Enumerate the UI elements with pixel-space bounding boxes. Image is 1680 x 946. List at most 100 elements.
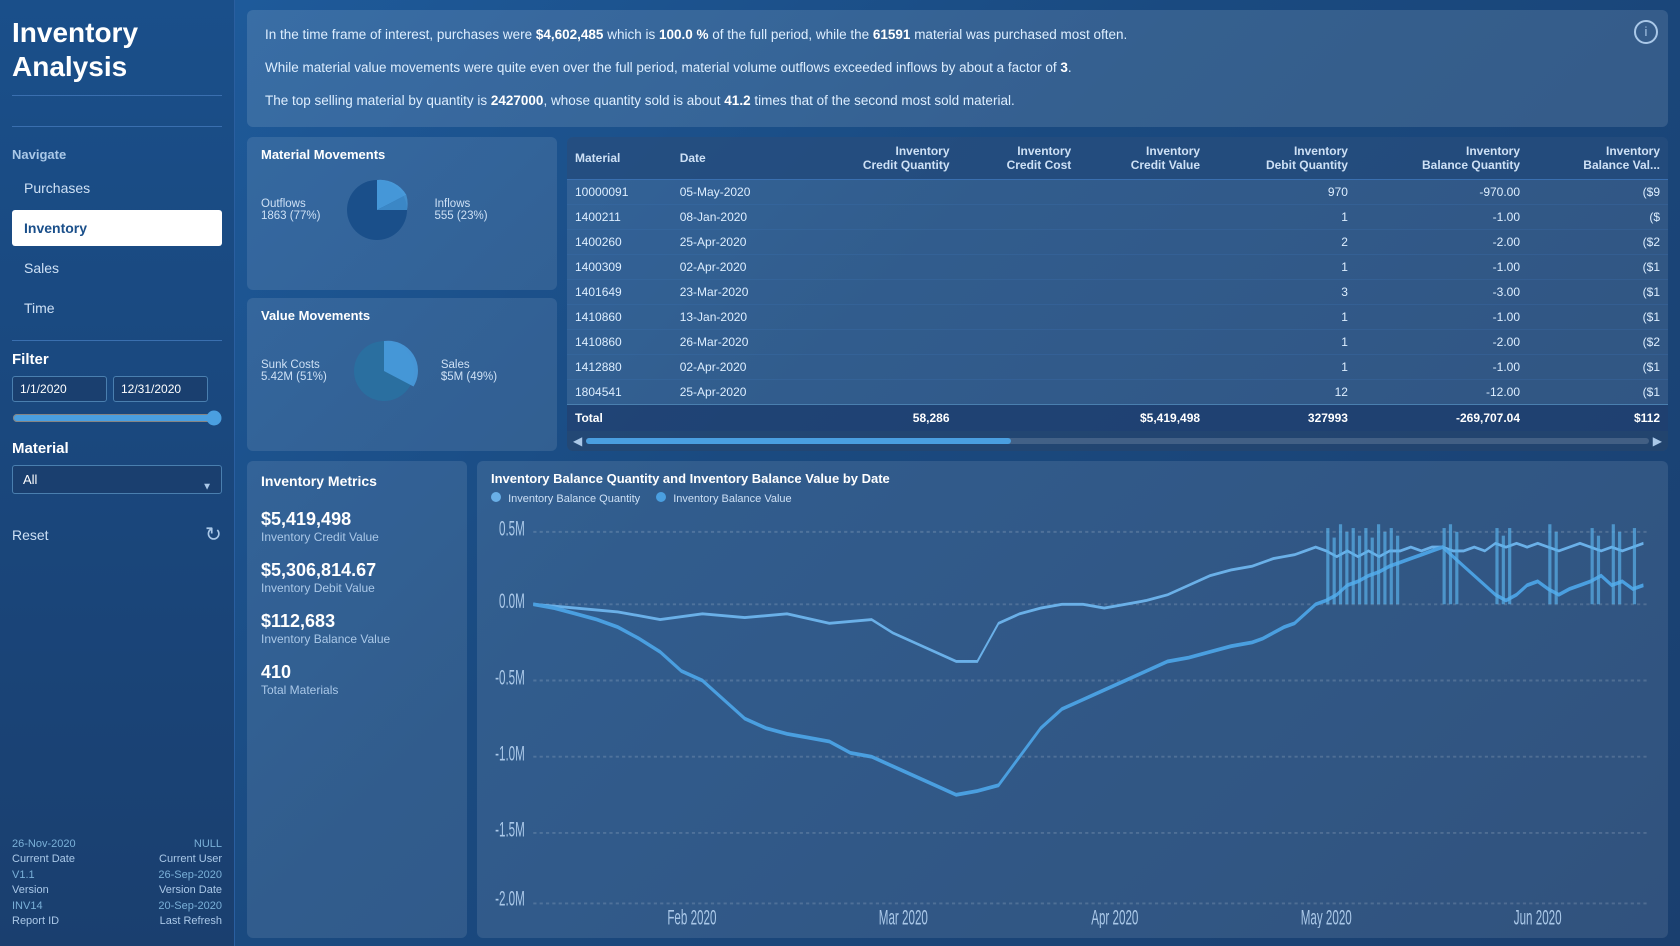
table-cell: ($9 bbox=[1528, 179, 1668, 204]
table-cell: -970.00 bbox=[1356, 179, 1528, 204]
sunk-value: 5.42M (51%) bbox=[261, 371, 327, 383]
table-row: 141086013-Jan-20201-1.00($1 bbox=[567, 304, 1668, 329]
nav-time[interactable]: Time bbox=[12, 290, 222, 326]
info-icon[interactable]: i bbox=[1634, 20, 1658, 44]
col-icv: InventoryCredit Value bbox=[1079, 137, 1208, 180]
metric-credit-value-label: Inventory Credit Value bbox=[261, 530, 453, 544]
table-cell: 26-Mar-2020 bbox=[672, 329, 803, 354]
table-cell: 1410860 bbox=[567, 304, 672, 329]
material-movements-title: Material Movements bbox=[261, 147, 543, 162]
navigate-label: Navigate bbox=[12, 147, 222, 162]
table-cell bbox=[958, 229, 1080, 254]
version-val: V1.1 bbox=[12, 869, 35, 881]
scroll-left-icon[interactable]: ◀ bbox=[573, 434, 582, 448]
table-row: 141288002-Apr-20201-1.00($1 bbox=[567, 354, 1668, 379]
table-cell bbox=[1079, 304, 1208, 329]
infobox-line1-mid: which is bbox=[603, 27, 659, 42]
infobox-line2: While material value movements were quit… bbox=[265, 60, 1060, 75]
value-movements-title: Value Movements bbox=[261, 308, 543, 323]
col-material: Material bbox=[567, 137, 672, 180]
col-idq: InventoryDebit Quantity bbox=[1208, 137, 1356, 180]
legend-value-dot bbox=[656, 492, 666, 502]
report-id-key: Report ID bbox=[12, 915, 59, 927]
footer-icq: 58,286 bbox=[803, 404, 958, 431]
scroll-right-icon[interactable]: ▶ bbox=[1653, 434, 1662, 448]
table-cell: -1.00 bbox=[1356, 254, 1528, 279]
table-cell bbox=[1079, 329, 1208, 354]
table-cell: 1 bbox=[1208, 329, 1356, 354]
table-cell bbox=[1079, 179, 1208, 204]
inventory-table-panel: Material Date InventoryCredit Quantity I… bbox=[567, 137, 1668, 451]
table-cell: ($1 bbox=[1528, 279, 1668, 304]
infobox-material-id: 61591 bbox=[873, 27, 911, 42]
nav-inventory[interactable]: Inventory bbox=[12, 210, 222, 246]
table-cell: 1 bbox=[1208, 204, 1356, 229]
metric-total-materials-label: Total Materials bbox=[261, 683, 453, 697]
current-date-key: Current Date bbox=[12, 853, 75, 865]
col-ibv: InventoryBalance Val... bbox=[1528, 137, 1668, 180]
table-cell bbox=[1079, 379, 1208, 404]
table-scrollbar[interactable]: ◀ ▶ bbox=[567, 431, 1668, 451]
sales-label: Sales bbox=[441, 359, 470, 371]
sidebar: InventoryAnalysis Navigate Purchases Inv… bbox=[0, 0, 235, 946]
table-cell: 13-Jan-2020 bbox=[672, 304, 803, 329]
table-wrapper[interactable]: Material Date InventoryCredit Quantity I… bbox=[567, 137, 1668, 431]
report-id-val: INV14 bbox=[12, 900, 43, 912]
nav-sales[interactable]: Sales bbox=[12, 250, 222, 286]
infobox-line3-pre: The top selling material by quantity is bbox=[265, 93, 491, 108]
table-cell: -1.00 bbox=[1356, 204, 1528, 229]
date-range-slider[interactable] bbox=[12, 410, 222, 426]
table-cell: ($1 bbox=[1528, 304, 1668, 329]
infobox-line1-tail: material was purchased most often. bbox=[910, 27, 1127, 42]
table-cell: 12 bbox=[1208, 379, 1356, 404]
col-icq: InventoryCredit Quantity bbox=[803, 137, 958, 180]
table-cell: 1400309 bbox=[567, 254, 672, 279]
sunk-label: Sunk Costs bbox=[261, 359, 320, 371]
table-cell: ($2 bbox=[1528, 229, 1668, 254]
version-date-key: Version Date bbox=[159, 884, 222, 896]
table-cell: ($1 bbox=[1528, 354, 1668, 379]
table-cell bbox=[1079, 254, 1208, 279]
version-key: Version bbox=[12, 884, 49, 896]
table-cell bbox=[958, 179, 1080, 204]
date-range bbox=[12, 376, 222, 402]
nav-purchases[interactable]: Purchases bbox=[12, 170, 222, 206]
table-cell bbox=[803, 279, 958, 304]
table-row: 141086026-Mar-20201-2.00($2 bbox=[567, 329, 1668, 354]
table-cell: -1.00 bbox=[1356, 354, 1528, 379]
date-start-input[interactable] bbox=[12, 376, 107, 402]
table-cell bbox=[803, 229, 958, 254]
table-cell: 1410860 bbox=[567, 329, 672, 354]
infobox-line3-mid: , whose quantity sold is about bbox=[543, 93, 724, 108]
table-cell: 10000091 bbox=[567, 179, 672, 204]
charts-panel: Material Movements Outflows 1863 (77%) bbox=[247, 137, 557, 451]
outflows-label: Outflows bbox=[261, 198, 306, 210]
infobox-line1-end: of the full period, while the bbox=[709, 27, 873, 42]
svg-text:Feb 2020: Feb 2020 bbox=[667, 906, 716, 928]
metric-credit-value-num: $5,419,498 bbox=[261, 509, 453, 530]
material-select[interactable]: All bbox=[12, 465, 222, 494]
sidebar-footer: 26-Nov-2020 NULL Current Date Current Us… bbox=[12, 838, 222, 930]
legend-quantity-label: Inventory Balance Quantity bbox=[508, 493, 640, 505]
footer-idq: 327993 bbox=[1208, 404, 1356, 431]
table-cell: 02-Apr-2020 bbox=[672, 354, 803, 379]
legend-quantity-dot bbox=[491, 492, 501, 502]
table-cell: 1401649 bbox=[567, 279, 672, 304]
sales-label: Sales $5M (49%) bbox=[441, 359, 497, 383]
reset-icon[interactable]: ↺ bbox=[205, 522, 222, 547]
date-end-input[interactable] bbox=[113, 376, 208, 402]
table-row: 140021108-Jan-20201-1.00($ bbox=[567, 204, 1668, 229]
svg-text:-1.5M: -1.5M bbox=[495, 818, 525, 841]
footer-total: Total bbox=[567, 404, 672, 431]
svg-text:-1.0M: -1.0M bbox=[495, 742, 525, 765]
table-cell bbox=[803, 329, 958, 354]
metric-balance-value-label: Inventory Balance Value bbox=[261, 632, 453, 646]
table-cell bbox=[958, 279, 1080, 304]
filter-label: Filter bbox=[12, 351, 222, 368]
current-date-val: 26-Nov-2020 bbox=[12, 838, 76, 850]
col-date: Date bbox=[672, 137, 803, 180]
infobox-pct: 100.0 % bbox=[659, 27, 709, 42]
last-refresh-key: Last Refresh bbox=[160, 915, 222, 927]
line-value bbox=[533, 547, 1643, 795]
table-cell: 3 bbox=[1208, 279, 1356, 304]
